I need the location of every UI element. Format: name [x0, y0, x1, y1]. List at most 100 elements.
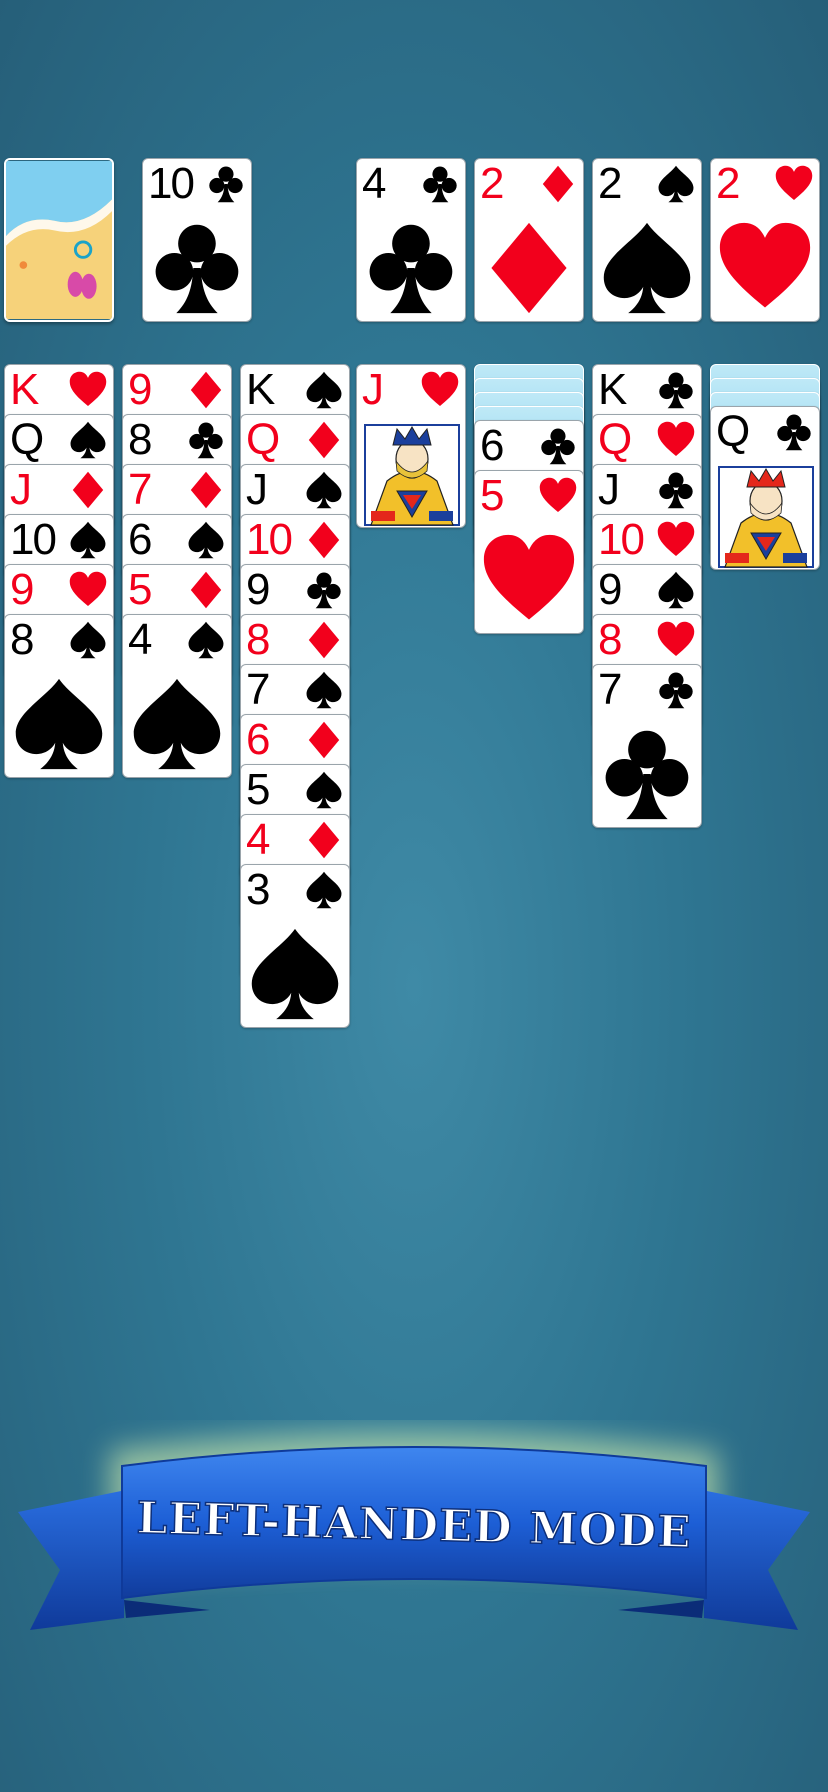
card-rank: K: [246, 365, 275, 414]
spade-icon: [188, 521, 224, 559]
card-rank: Q: [598, 415, 632, 464]
card-q-of-clubs[interactable]: Q: [710, 406, 820, 570]
spade-icon: [133, 678, 221, 770]
heart-icon: [719, 222, 811, 308]
diamond-icon: [308, 821, 340, 859]
club-icon: [423, 166, 457, 203]
card-rank: 10: [598, 515, 645, 564]
card-rank: 3: [246, 865, 271, 914]
spade-icon: [70, 521, 106, 559]
stock-pile[interactable]: [4, 158, 114, 322]
diamond-icon: [491, 222, 567, 314]
spade-icon: [251, 928, 339, 1020]
card-rank: 6: [246, 715, 271, 764]
foundation-pile-clubs[interactable]: 4: [356, 158, 466, 322]
heart-icon: [69, 571, 107, 606]
card-rank: J: [246, 465, 268, 514]
club-icon: [659, 672, 693, 709]
spade-icon: [306, 771, 342, 809]
diamond-icon: [72, 471, 104, 509]
card-rank: 10: [246, 515, 293, 564]
card-rank: J: [362, 365, 384, 414]
card-rank: 9: [10, 565, 35, 614]
spade-icon: [603, 222, 691, 314]
card-rank: 8: [10, 615, 35, 664]
card-rank: Q: [10, 415, 44, 464]
heart-icon: [483, 534, 575, 620]
card-rank: 5: [246, 765, 271, 814]
spade-icon: [306, 371, 342, 409]
heart-icon: [657, 621, 695, 656]
card-rank: 8: [598, 615, 623, 664]
card-rank: J: [10, 465, 32, 514]
spade-icon: [306, 471, 342, 509]
card-rank: J: [598, 465, 620, 514]
card-rank: 9: [598, 565, 623, 614]
spade-icon: [306, 871, 342, 909]
card-rank: 4: [128, 615, 153, 664]
card-10-of-clubs[interactable]: 10: [142, 158, 252, 322]
diamond-icon: [190, 371, 222, 409]
card-8-of-spades[interactable]: 8: [4, 614, 114, 778]
card-rank: 6: [128, 515, 153, 564]
heart-icon: [657, 521, 695, 556]
card-rank: 6: [480, 421, 505, 470]
card-rank: 7: [128, 465, 153, 514]
card-rank: Q: [246, 415, 280, 464]
heart-icon: [657, 421, 695, 456]
club-icon: [307, 572, 341, 609]
card-rank: K: [10, 365, 39, 414]
card-rank: 9: [128, 365, 153, 414]
diamond-icon: [190, 571, 222, 609]
mode-banner: LEFT-HANDED MODE: [18, 1432, 810, 1630]
card-rank: 5: [480, 471, 505, 520]
club-icon: [541, 428, 575, 465]
card-j-of-hearts[interactable]: J: [356, 364, 466, 528]
club-icon: [777, 414, 811, 451]
card-rank: 7: [246, 665, 271, 714]
card-7-of-clubs[interactable]: 7: [592, 664, 702, 828]
foundation-pile-hearts[interactable]: 2: [710, 158, 820, 322]
diamond-icon: [190, 471, 222, 509]
beach-card-back: [6, 160, 112, 320]
diamond-icon: [542, 165, 574, 203]
diamond-icon: [308, 421, 340, 459]
spade-icon: [658, 571, 694, 609]
foundation-pile-diamonds[interactable]: 2: [474, 158, 584, 322]
card-rank: 4: [362, 159, 387, 208]
club-icon: [605, 730, 689, 820]
card-rank: 2: [598, 159, 623, 208]
diamond-icon: [308, 721, 340, 759]
club-icon: [209, 166, 243, 203]
card-3-of-spades[interactable]: 3: [240, 864, 350, 1028]
diamond-icon: [308, 621, 340, 659]
card-rank: 9: [246, 565, 271, 614]
spade-icon: [70, 421, 106, 459]
card-5-of-hearts[interactable]: 5: [474, 470, 584, 634]
card-rank: 8: [128, 415, 153, 464]
heart-icon: [421, 371, 459, 406]
club-icon: [155, 224, 239, 314]
club-icon: [189, 422, 223, 459]
card-rank: 2: [716, 159, 741, 208]
spade-icon: [15, 678, 103, 770]
card-rank: K: [598, 365, 627, 414]
spade-icon: [70, 621, 106, 659]
card-rank: 5: [128, 565, 153, 614]
spade-icon: [658, 165, 694, 203]
heart-icon: [69, 371, 107, 406]
card-4-of-spades[interactable]: 4: [122, 614, 232, 778]
club-icon: [659, 372, 693, 409]
heart-icon: [539, 477, 577, 512]
club-icon: [369, 224, 453, 314]
spade-icon: [306, 671, 342, 709]
banner-tail-right: [702, 1490, 810, 1630]
card-rank: 10: [148, 159, 195, 208]
queen-portrait: [718, 466, 814, 568]
card-rank: 10: [10, 515, 57, 564]
card-rank: 2: [480, 159, 505, 208]
foundation-pile-spades[interactable]: 2: [592, 158, 702, 322]
jack-portrait: [364, 424, 460, 526]
banner-tail-left: [18, 1490, 126, 1630]
spade-icon: [188, 621, 224, 659]
